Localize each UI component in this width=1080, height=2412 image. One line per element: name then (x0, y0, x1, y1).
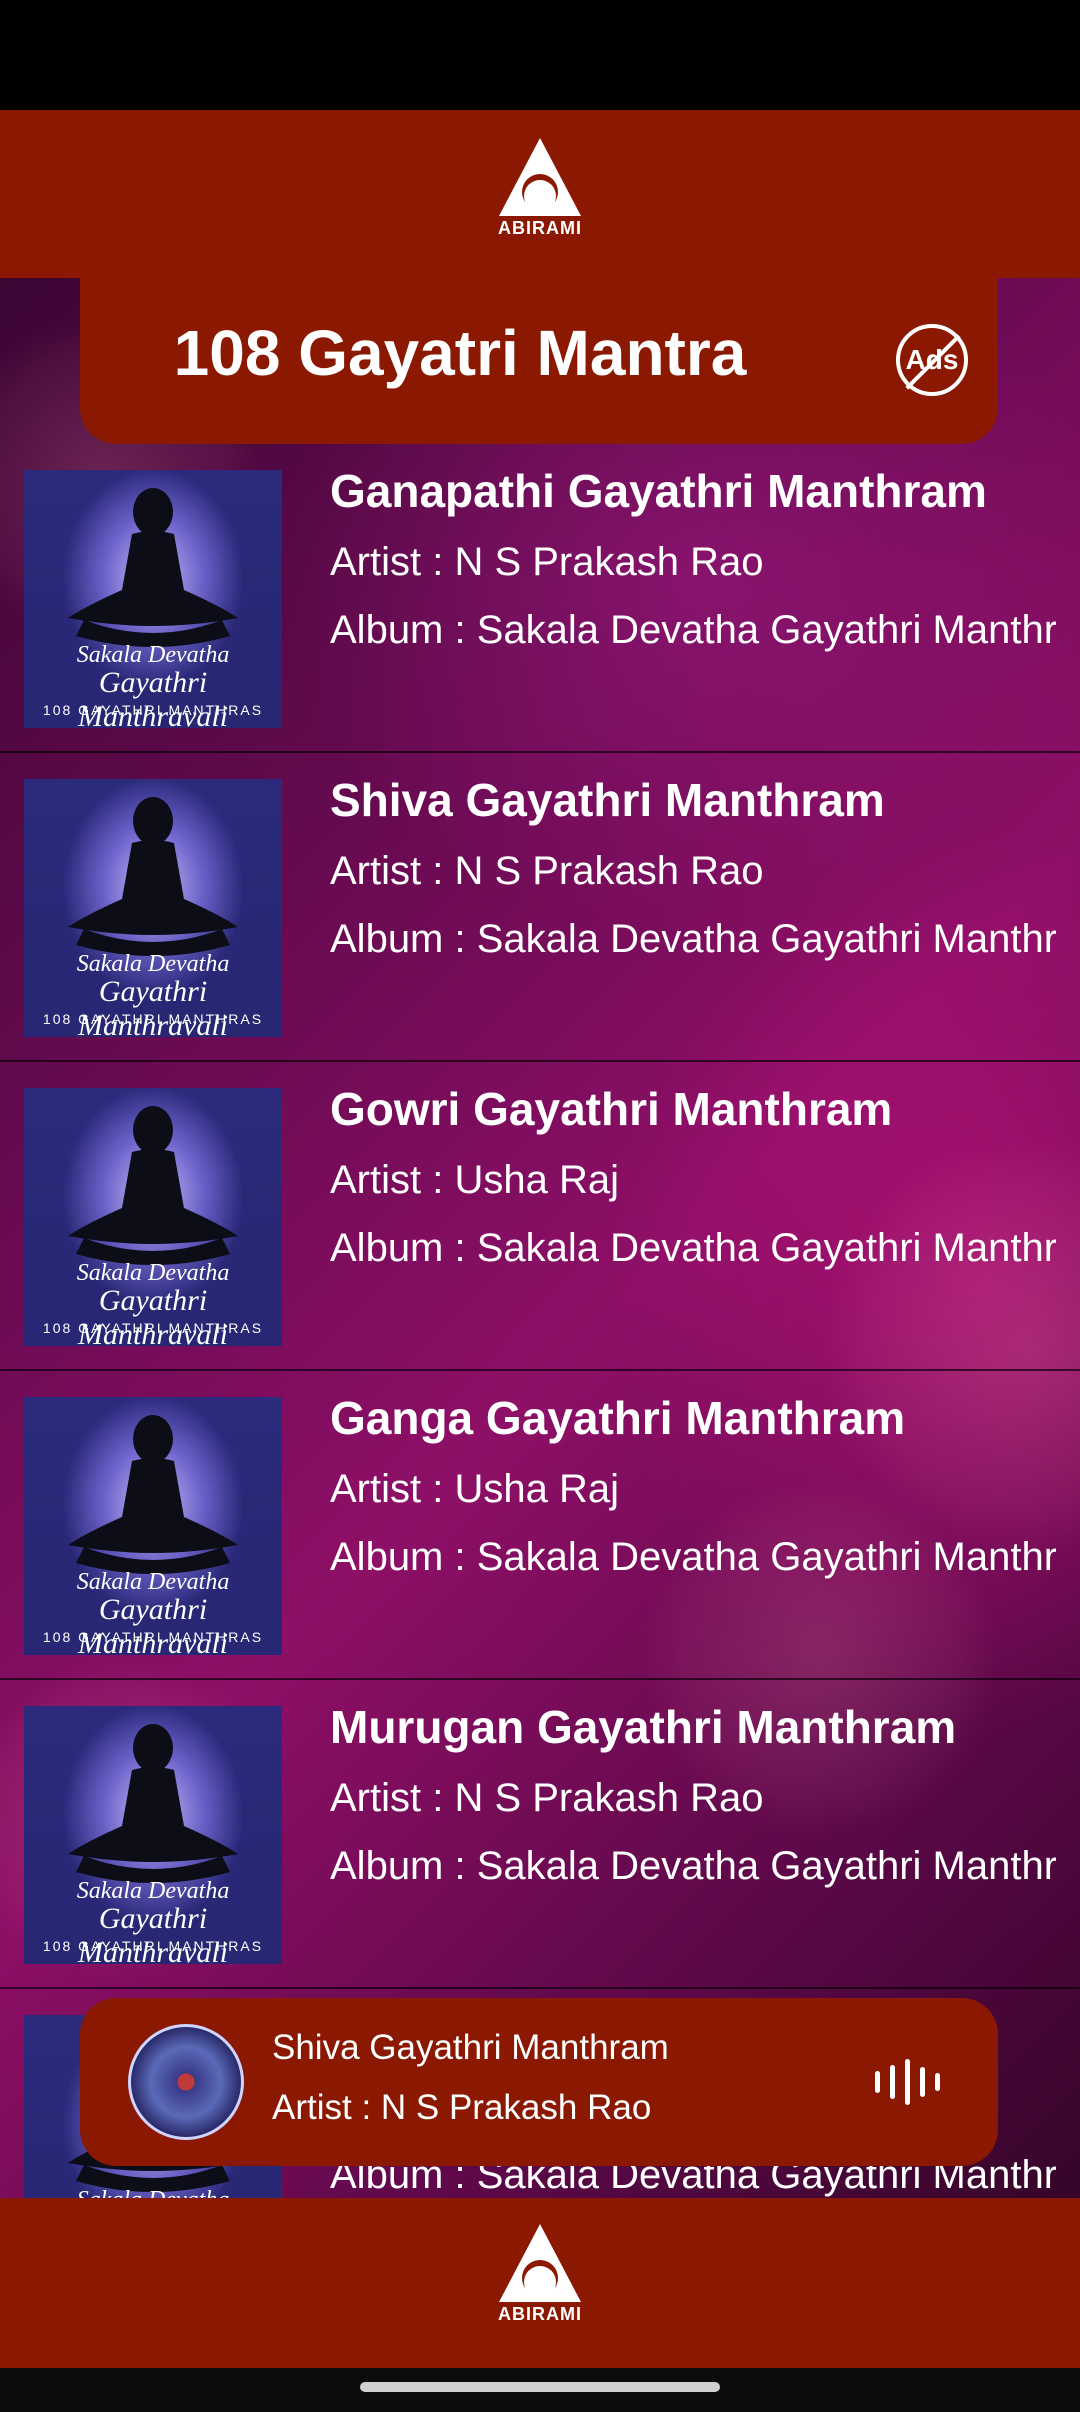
bottom-banner: ABIRAMI (0, 2198, 1080, 2368)
cover-line-3: 108 GAYATHRI MANTHRAS (42, 1938, 264, 1954)
song-row[interactable]: Sakala Devatha Gayathri Manthravali 108 … (0, 753, 1080, 1062)
song-title: Gowri Gayathri Manthram (330, 1083, 893, 1135)
cover-line-3: 108 GAYATHRI MANTHRAS (42, 1629, 264, 1645)
cover-line-1: Sakala Devatha (76, 951, 230, 977)
album-disc-icon (128, 2024, 244, 2140)
cover-line-1: Sakala Devatha (76, 1260, 230, 1286)
cover-line-2: Gayathri Manthravali (78, 666, 228, 728)
abirami-logo: ABIRAMI (490, 2222, 590, 2325)
top-app-bar: ABIRAMI (0, 110, 1080, 278)
cover-line-3: 108 GAYATHRI MANTHRAS (42, 1011, 264, 1027)
brand-name: ABIRAMI (498, 2304, 582, 2324)
song-row[interactable]: Sakala Devatha Gayathri Manthravali 108 … (0, 1062, 1080, 1371)
now-playing-artist: Artist : N S Prakash Rao (272, 2088, 652, 2127)
mini-player[interactable]: Shiva Gayathri Manthram Artist : N S Pra… (80, 1998, 998, 2166)
no-ads-icon: Ads (905, 344, 959, 375)
song-album: Album : Sakala Devatha Gayathri Manthrav… (330, 1844, 1056, 1888)
remove-ads-button[interactable]: Ads (896, 324, 968, 396)
cover-line-2: Gayathri Manthravali (78, 1902, 228, 1964)
song-title: Shiva Gayathri Manthram (330, 774, 885, 826)
song-title: Ganapathi Gayathri Manthram (330, 465, 987, 517)
cover-line-1: Sakala Devatha (76, 1569, 230, 1595)
album-cover: Sakala Devatha Gayathri Manthravali 108 … (24, 1706, 282, 1964)
cover-line-2: Gayathri Manthravali (78, 1593, 228, 1655)
cover-line-1: Sakala Devatha (76, 1878, 230, 1904)
song-album: Album : Sakala Devatha Gayathri Manthrav… (330, 1226, 1056, 1270)
song-album: Album : Sakala Devatha Gayathri Manthrav… (330, 917, 1056, 961)
album-cover: Sakala Devatha Gayathri Manthravali 108 … (24, 470, 282, 728)
song-row[interactable]: Sakala Devatha Gayathri Manthravali 108 … (0, 1680, 1080, 1989)
equalizer-icon[interactable] (875, 2058, 940, 2106)
song-artist: Artist : N S Prakash Rao (330, 540, 764, 584)
cover-line-3: 108 GAYATHRI MANTHRAS (42, 1320, 264, 1336)
album-cover: Sakala Devatha Gayathri Manthravali 108 … (24, 1088, 282, 1346)
cover-line-2: Gayathri Manthravali (78, 975, 228, 1037)
status-bar (0, 0, 1080, 110)
song-title: Murugan Gayathri Manthram (330, 1701, 957, 1753)
song-album: Album : Sakala Devatha Gayathri Manthrav… (330, 608, 1056, 652)
song-artist: Artist : N S Prakash Rao (330, 1776, 764, 1820)
now-playing-title: Shiva Gayathri Manthram (272, 2028, 669, 2067)
album-cover: Sakala Devatha Gayathri Manthravali 108 … (24, 1397, 282, 1655)
abirami-logo-icon (499, 2224, 581, 2302)
brand-name: ABIRAMI (498, 218, 582, 238)
song-artist: Artist : Usha Raj (330, 1158, 619, 1202)
song-artist: Artist : Usha Raj (330, 1467, 619, 1511)
title-panel: 108 Gayatri Mantra Ads (80, 278, 998, 444)
song-album: Album : Sakala Devatha Gayathri Manthrav… (330, 1535, 1056, 1579)
cover-line-2: Gayathri Manthravali (78, 1284, 228, 1346)
cover-line-3: 108 GAYATHRI MANTHRAS (42, 702, 264, 718)
album-cover: Sakala Devatha Gayathri Manthravali 108 … (24, 779, 282, 1037)
cover-line-1: Sakala Devatha (76, 642, 230, 668)
abirami-logo-icon (499, 138, 581, 216)
song-artist: Artist : N S Prakash Rao (330, 849, 764, 893)
home-gesture-bar[interactable] (360, 2382, 720, 2392)
song-row[interactable]: Sakala Devatha Gayathri Manthravali 108 … (0, 1371, 1080, 1680)
page-title: 108 Gayatri Mantra (173, 317, 747, 389)
song-title: Ganga Gayathri Manthram (330, 1392, 906, 1444)
abirami-logo: ABIRAMI (490, 136, 590, 239)
system-navigation-bar (0, 2368, 1080, 2412)
song-row[interactable]: Sakala Devatha Gayathri Manthravali 108 … (0, 444, 1080, 753)
